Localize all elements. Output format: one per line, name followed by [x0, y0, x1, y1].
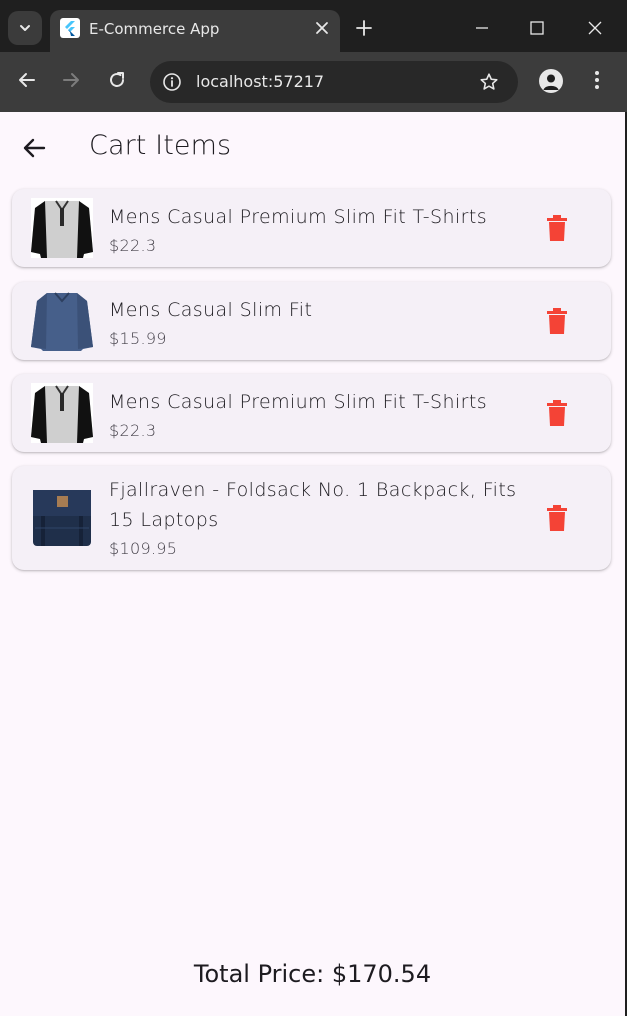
- reload-icon[interactable]: [105, 68, 129, 92]
- plus-icon[interactable]: [352, 16, 376, 40]
- profile-icon[interactable]: [539, 69, 563, 93]
- product-price: $109.95: [109, 539, 178, 558]
- browser-tab[interactable]: E-Commerce App: [50, 10, 340, 52]
- close-window-icon[interactable]: [583, 16, 607, 40]
- page-title: Cart Items: [89, 130, 232, 161]
- close-icon[interactable]: [312, 18, 332, 38]
- total-price-label: Total Price: $170.54: [193, 960, 432, 988]
- product-name: Mens Casual Premium Slim Fit T-Shirts: [109, 391, 487, 413]
- product-price: $22.3: [109, 421, 157, 440]
- app-page: Cart Items Mens Casual Premium Slim Fit …: [0, 112, 625, 1016]
- tab-search-button[interactable]: [8, 11, 42, 45]
- product-image-shirt: [31, 291, 93, 351]
- product-name: Mens Casual Premium Slim Fit T-Shirts: [109, 206, 487, 228]
- back-icon[interactable]: [15, 68, 39, 92]
- product-image-tshirt: [31, 198, 93, 258]
- browser-titlebar: E-Commerce App: [0, 0, 627, 56]
- forward-icon[interactable]: [59, 68, 83, 92]
- minimize-icon[interactable]: [470, 16, 494, 40]
- url-text[interactable]: localhost:57217: [196, 72, 324, 91]
- more-icon[interactable]: [585, 68, 609, 92]
- info-icon[interactable]: [162, 72, 182, 92]
- delete-icon[interactable]: [545, 215, 569, 241]
- delete-icon[interactable]: [545, 308, 569, 334]
- product-image-tshirt: [31, 383, 93, 443]
- product-price: $15.99: [109, 329, 167, 348]
- product-price: $22.3: [109, 236, 157, 255]
- cart-item[interactable]: Fjallraven - Foldsack No. 1 Backpack, Fi…: [12, 466, 611, 570]
- browser-toolbar: localhost:57217: [0, 52, 627, 112]
- total-price: Total Price: $170.54: [0, 960, 625, 988]
- delete-icon[interactable]: [545, 400, 569, 426]
- tab-title: E-Commerce App: [89, 20, 220, 38]
- back-arrow-icon[interactable]: [20, 134, 48, 162]
- star-icon[interactable]: [478, 71, 500, 93]
- chevron-down-icon: [20, 25, 30, 31]
- product-name: Fjallraven - Foldsack No. 1 Backpack, Fi…: [109, 479, 517, 531]
- address-bar[interactable]: localhost:57217: [150, 61, 518, 103]
- flutter-favicon: [60, 18, 80, 38]
- cart-item[interactable]: Mens Casual Premium Slim Fit T-Shirts $2…: [12, 189, 611, 267]
- product-image-backpack: [31, 488, 93, 548]
- product-name: Mens Casual Slim Fit: [109, 299, 313, 321]
- delete-icon[interactable]: [545, 505, 569, 531]
- cart-item[interactable]: Mens Casual Slim Fit $15.99: [12, 282, 611, 360]
- maximize-icon[interactable]: [525, 16, 549, 40]
- cart-item[interactable]: Mens Casual Premium Slim Fit T-Shirts $2…: [12, 374, 611, 452]
